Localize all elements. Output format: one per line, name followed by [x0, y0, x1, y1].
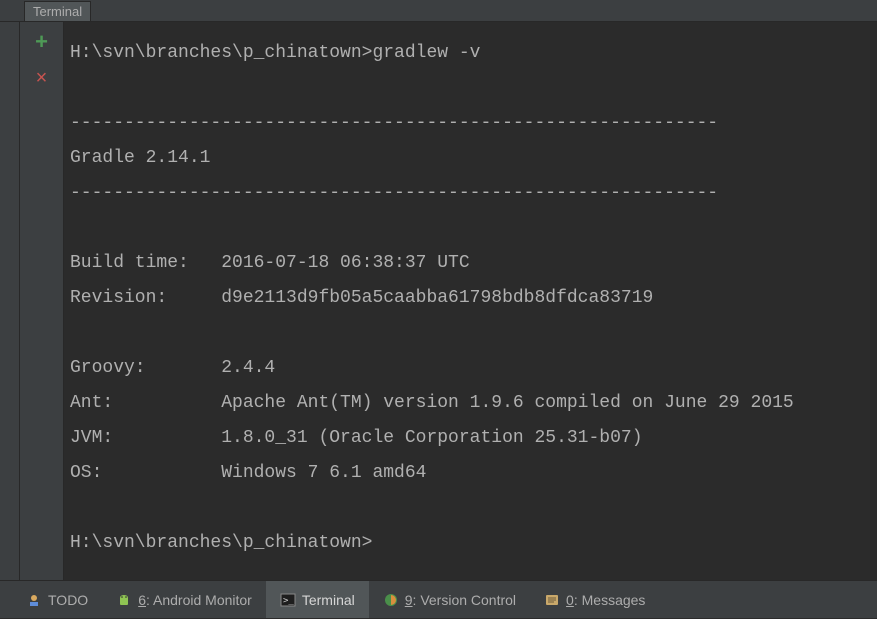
tab-android-monitor[interactable]: 6: Android Monitor — [102, 581, 266, 618]
terminal-icon: >_ — [280, 592, 296, 608]
tab-label: Terminal — [302, 592, 355, 608]
terminal-title-bar: Terminal — [0, 0, 877, 22]
tab-version-control[interactable]: 9: Version Control — [369, 581, 530, 618]
todo-icon — [26, 592, 42, 608]
terminal-main-area: + × H:\svn\branches\p_chinatown>gradlew … — [0, 22, 877, 580]
terminal-title-tab[interactable]: Terminal — [24, 1, 91, 21]
version-control-icon — [383, 592, 399, 608]
left-vertical-strip — [0, 22, 20, 580]
tab-messages[interactable]: 0: Messages — [530, 581, 659, 618]
close-terminal-tab-icon[interactable]: × — [32, 68, 52, 88]
bottom-tool-tabs: TODO 6: Android Monitor >_ Terminal — [0, 580, 877, 618]
tab-todo[interactable]: TODO — [12, 581, 102, 618]
tab-label: 9: Version Control — [405, 592, 516, 608]
add-terminal-tab-icon[interactable]: + — [32, 32, 52, 52]
svg-text:>_: >_ — [283, 596, 294, 606]
tab-terminal[interactable]: >_ Terminal — [266, 581, 369, 618]
terminal-tab-gutter: + × — [20, 22, 64, 580]
tab-label: TODO — [48, 592, 88, 608]
messages-icon — [544, 592, 560, 608]
tab-label: 0: Messages — [566, 592, 645, 608]
terminal-output[interactable]: H:\svn\branches\p_chinatown>gradlew -v -… — [64, 22, 877, 580]
android-icon — [116, 592, 132, 608]
tab-label: 6: Android Monitor — [138, 592, 252, 608]
